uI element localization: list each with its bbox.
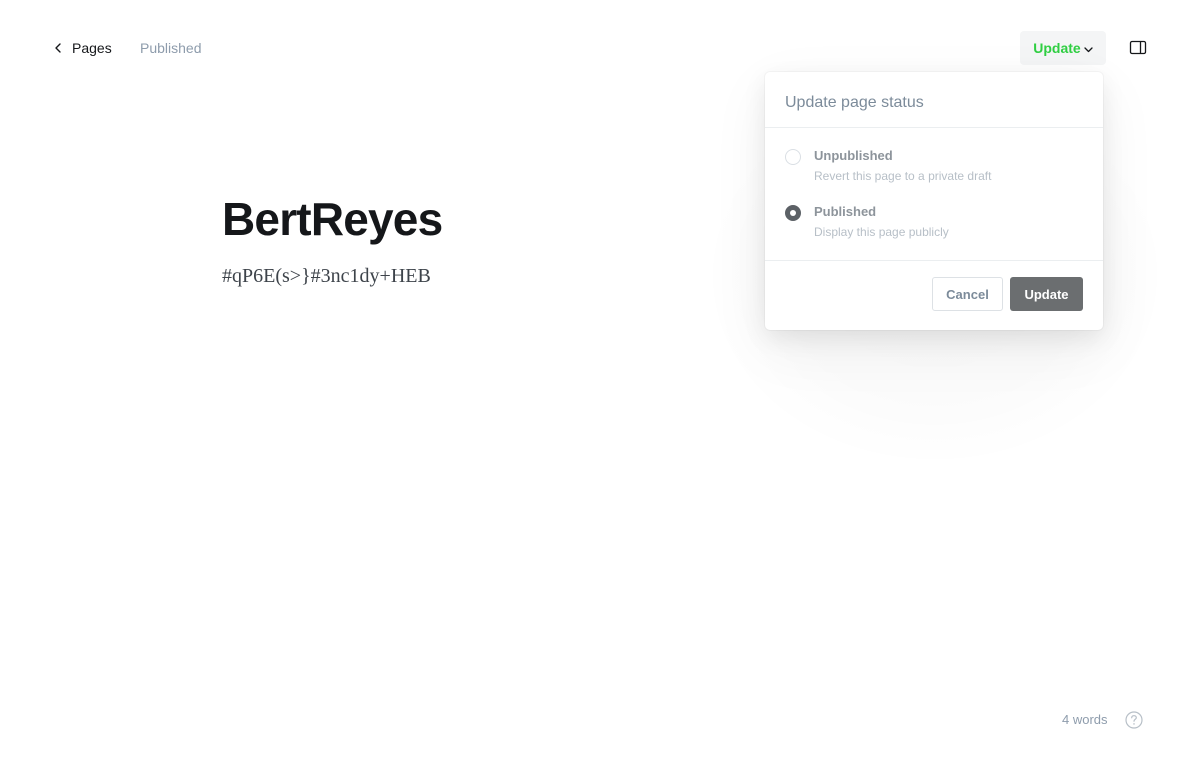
question-circle-icon[interactable]	[1124, 710, 1144, 730]
word-count: 4 words	[1062, 712, 1108, 727]
post-editor: BertReyes #qP6E(s>}#3nc1dy+HEB	[222, 188, 742, 290]
option-label: Unpublished	[814, 148, 893, 163]
status-option-published[interactable]: Published Display this page publicly	[785, 203, 1083, 259]
update-status-dropdown: Update page status Unpublished Revert th…	[765, 72, 1103, 330]
update-menu-button[interactable]: Update	[1020, 31, 1106, 65]
status-options: Unpublished Revert this page to a privat…	[765, 128, 1103, 261]
sidebar-panel-icon[interactable]	[1128, 38, 1148, 58]
back-link-label: Pages	[72, 40, 112, 56]
published-radio[interactable]	[785, 205, 801, 221]
dropdown-title: Update page status	[765, 72, 1103, 128]
cancel-button[interactable]: Cancel	[932, 277, 1003, 311]
status-option-unpublished[interactable]: Unpublished Revert this page to a privat…	[785, 147, 1083, 203]
option-description: Revert this page to a private draft	[814, 169, 992, 183]
unpublished-radio[interactable]	[785, 149, 801, 165]
option-label: Published	[814, 204, 877, 219]
option-description: Display this page publicly	[814, 225, 949, 239]
post-status: Published	[140, 40, 202, 56]
option-text: Unpublished Revert this page to a privat…	[814, 147, 991, 184]
confirm-update-button[interactable]: Update	[1010, 277, 1083, 311]
back-to-pages-link[interactable]: Pages	[54, 38, 112, 58]
page-body-editor[interactable]: #qP6E(s>}#3nc1dy+HEB	[222, 262, 742, 290]
option-text: Published Display this page publicly	[814, 203, 949, 240]
chevron-down-icon	[1081, 40, 1093, 56]
page-title-input[interactable]: BertReyes	[222, 188, 742, 250]
chevron-left-icon	[54, 38, 64, 58]
update-menu-label: Update	[1033, 40, 1081, 56]
dropdown-actions: Cancel Update	[765, 261, 1103, 329]
